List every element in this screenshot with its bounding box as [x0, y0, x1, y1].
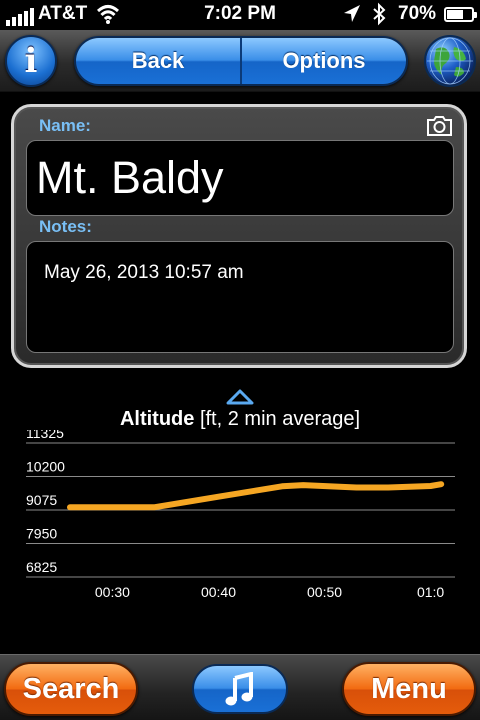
search-button[interactable]: Search: [4, 662, 138, 716]
altitude-series-line: [67, 481, 445, 511]
menu-button[interactable]: Menu: [342, 662, 476, 716]
nav-segmented-control: Back Options: [74, 36, 408, 86]
back-button[interactable]: Back: [76, 38, 240, 84]
bottom-toolbar: Search Menu: [0, 654, 480, 720]
battery-percent: 70%: [398, 3, 437, 24]
globe-button[interactable]: [424, 35, 476, 87]
status-bar: AT&T 7:02 PM 70%: [0, 0, 480, 30]
notes-field[interactable]: May 26, 2013 10:57 am: [26, 241, 454, 353]
name-value: Mt. Baldy: [36, 152, 224, 203]
x-tick-label: 00:50: [307, 584, 342, 600]
info-button[interactable]: i: [5, 35, 57, 87]
chart-title-main: Altitude: [119, 408, 195, 430]
chart-title-units: [ft, 2 min average]: [194, 408, 361, 430]
location-arrow-icon: [343, 4, 361, 30]
notes-label: Notes:: [39, 217, 92, 236]
navigation-bar: i Back Options: [0, 30, 480, 122]
x-tick-label: 00:40: [201, 584, 236, 600]
x-tick-label: 00:30: [95, 584, 130, 600]
y-tick-label: 6825: [26, 559, 57, 575]
battery-icon: [444, 7, 477, 22]
y-tick-label: 9075: [26, 492, 57, 508]
info-icon: i: [24, 41, 38, 81]
music-button[interactable]: [192, 664, 288, 714]
altitude-chart[interactable]: 11325 10200 9075 7950 6825 00:30 00:40 00:50 01:…: [0, 430, 480, 610]
y-tick-label: 7950: [26, 526, 57, 542]
notes-value: May 26, 2013 10:57 am: [44, 262, 244, 283]
options-button[interactable]: Options: [240, 38, 406, 84]
y-tick-label: 10200: [26, 459, 65, 475]
globe-icon: [426, 37, 474, 85]
bluetooth-icon: [372, 2, 386, 32]
y-tick-label: 11325: [26, 430, 64, 441]
name-label: Name:: [39, 116, 91, 135]
x-tick-label: 01:0: [417, 584, 444, 600]
chart-expand-toggle[interactable]: [225, 389, 255, 405]
name-field[interactable]: Mt. Baldy: [26, 140, 454, 216]
chart-title: Altitude [ft, 2 min average]: [0, 408, 480, 431]
camera-icon[interactable]: [427, 115, 452, 136]
battery-fill: [447, 10, 464, 19]
music-note-icon: [225, 672, 253, 706]
location-detail-card: Name: Mt. Baldy Notes: May 26, 2013 10:5…: [11, 104, 467, 368]
